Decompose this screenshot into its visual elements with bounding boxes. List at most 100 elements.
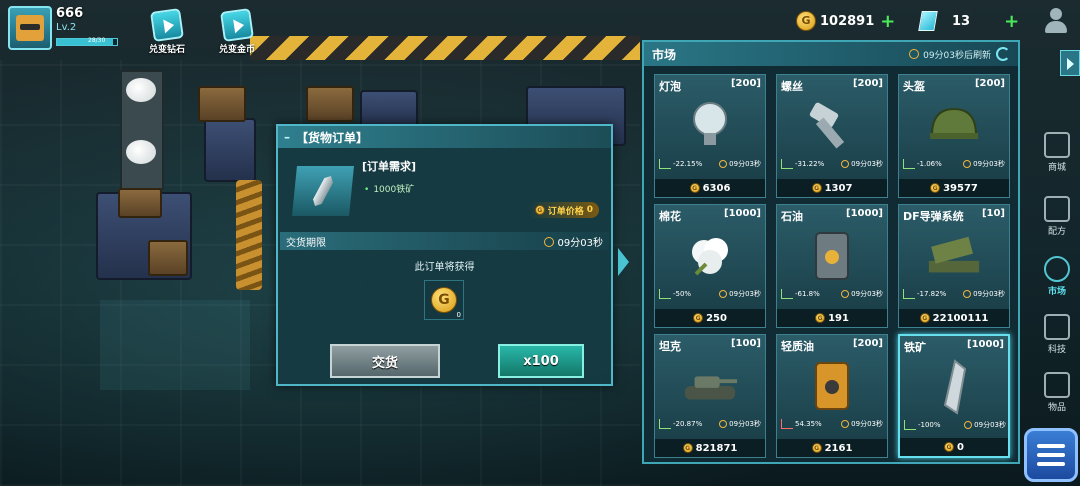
exchange-gold-label: 兑变金币 — [218, 45, 255, 55]
item-price: G 191 — [777, 309, 887, 327]
item-price-value: 22100111 — [932, 312, 989, 324]
item-count: [200] — [852, 78, 883, 89]
player-name: 666 — [56, 6, 84, 21]
add-gem-button[interactable]: + — [1004, 11, 1019, 32]
market-header: 市场 09分03秒后刷新 — [644, 42, 1018, 66]
price-trend: -50% 09分03秒 — [657, 287, 761, 301]
trend-percent: -61.8% — [795, 290, 820, 298]
gold-coin-icon: G — [682, 443, 693, 453]
item-timer: 09分03秒 — [729, 160, 761, 168]
cotton-icon — [681, 227, 739, 285]
item-timer: 09分03秒 — [973, 160, 1005, 168]
order-title: 【货物订单】 — [296, 130, 369, 145]
trend-down-icon — [781, 159, 793, 169]
market-item-card[interactable]: 头盔 [200] -1.06% 09分03秒 G 39577 — [898, 74, 1010, 198]
crate — [148, 240, 188, 276]
factory-machine[interactable] — [204, 118, 256, 182]
trend-percent: 54.35% — [795, 420, 822, 428]
add-gold-button[interactable]: + — [880, 11, 895, 32]
gold-coin-icon: G — [815, 313, 826, 323]
item-price-value: 39577 — [943, 182, 978, 194]
gold-amount: 102891 — [820, 13, 875, 29]
trend-down-icon — [659, 159, 671, 169]
gold-coin-icon: G — [689, 183, 700, 193]
profile-icon[interactable] — [1044, 8, 1068, 34]
item-price: G0 — [900, 438, 1008, 456]
item-price-value: 1307 — [824, 182, 853, 194]
item-name: 棉花 — [659, 210, 681, 223]
nav-items[interactable]: 物品 — [1034, 372, 1080, 413]
clock-icon — [964, 421, 973, 429]
price-trend: -22.15% 09分03秒 — [657, 157, 761, 171]
gem-counter: 13 + — [918, 10, 1019, 32]
trend-down-icon — [903, 289, 915, 299]
item-price-value: 2161 — [824, 442, 853, 454]
expand-arrow-icon[interactable] — [618, 248, 629, 276]
item-count: [100] — [730, 338, 761, 349]
gold-coin-icon: G — [693, 313, 704, 323]
market-item-card[interactable]: 螺丝 [200] -31.22% 09分03秒 G 1307 — [776, 74, 888, 198]
iron-ore-icon — [926, 358, 984, 416]
player-level: Lv.2 — [56, 22, 77, 33]
item-timer: 09分03秒 — [851, 290, 883, 298]
nav-recipe[interactable]: 配方 — [1034, 196, 1080, 237]
exchange-diamond-button[interactable]: 兑变钻石 — [144, 8, 190, 55]
gem-amount: 13 — [952, 13, 971, 29]
cotton-on-belt — [126, 78, 156, 102]
clock-icon — [719, 420, 728, 428]
gold-coin-icon: G — [811, 443, 822, 453]
video-play-icon — [220, 8, 254, 42]
exchange-diamond-label: 兑变钻石 — [148, 45, 185, 55]
item-name: 螺丝 — [781, 80, 803, 93]
exchange-gold-button[interactable]: 兑变金币 — [214, 8, 260, 55]
market-item-card[interactable]: 轻质油 [200] 54.35% 09分03秒 G 2161 — [776, 334, 888, 458]
main-menu-button[interactable] — [1024, 428, 1078, 482]
collapse-side-tab[interactable] — [1060, 50, 1080, 76]
gold-coin-icon: G — [944, 442, 955, 452]
gold-coin-icon: G — [431, 287, 457, 313]
price-trend: -17.82% 09分03秒 — [901, 287, 1005, 301]
reward-slot: G 0 — [424, 280, 464, 320]
item-price: G 2161 — [777, 439, 887, 457]
order-header[interactable]: – 【货物订单】 — [278, 126, 611, 148]
item-count: [1000] — [724, 208, 761, 219]
avatar-face-icon — [16, 15, 44, 41]
item-count: [10] — [981, 208, 1005, 219]
deliver-button[interactable]: 交货 — [330, 344, 440, 378]
nav-cart[interactable]: 商城 — [1034, 132, 1080, 173]
trend-percent: -20.87% — [673, 420, 703, 428]
market-item-card[interactable]: 铁矿 [1000] -100% 09分03秒 G0 — [898, 334, 1010, 458]
helmet-icon — [925, 97, 983, 155]
item-name: 坦克 — [659, 340, 681, 353]
refresh-icon[interactable] — [996, 47, 1010, 61]
item-price-value: 250 — [706, 312, 727, 324]
market-item-card[interactable]: 坦克 [100] -20.87% 09分03秒 G 821871 — [654, 334, 766, 458]
deadline-row: 交货期限 09分03秒 — [280, 232, 609, 250]
player-avatar[interactable] — [8, 6, 52, 50]
coil-conveyor — [236, 180, 262, 290]
item-price-value: 6306 — [702, 182, 731, 194]
nav-tech[interactable]: 科技 — [1034, 314, 1080, 355]
market-item-card[interactable]: 石油 [1000] -61.8% 09分03秒 G 191 — [776, 204, 888, 328]
market-item-card[interactable]: DF导弹系统 [10] -17.82% 09分03秒 G 22100111 — [898, 204, 1010, 328]
market-item-card[interactable]: 灯泡 [200] -22.15% 09分03秒 G 6306 — [654, 74, 766, 198]
lightbulb-icon — [681, 97, 739, 155]
clock-icon — [841, 290, 850, 298]
collapse-icon[interactable]: – — [284, 130, 290, 144]
cargo-order-dialog: – 【货物订单】 [订单需求] 1000铁矿 G 订单价格0 交货期限 09分0… — [276, 124, 613, 386]
price-trend: -31.22% 09分03秒 — [779, 157, 883, 171]
price-trend: -100% 09分03秒 — [902, 418, 1006, 432]
trend-down-icon — [904, 420, 916, 430]
trend-percent: -100% — [918, 421, 941, 429]
item-price: G 39577 — [899, 179, 1009, 197]
multiplier-button[interactable]: x100 — [498, 344, 584, 378]
price-trend: 54.35% 09分03秒 — [779, 417, 883, 431]
nav-market[interactable]: 市场 — [1034, 256, 1080, 297]
order-requirement-item: 1000铁矿 — [364, 182, 414, 195]
refresh-text: 09分03秒后刷新 — [923, 50, 991, 61]
trend-percent: -22.15% — [673, 160, 703, 168]
clock-icon — [963, 290, 972, 298]
price-trend: -20.87% 09分03秒 — [657, 417, 761, 431]
factory-machine[interactable] — [360, 90, 418, 128]
market-item-card[interactable]: 棉花 [1000] -50% 09分03秒 G 250 — [654, 204, 766, 328]
